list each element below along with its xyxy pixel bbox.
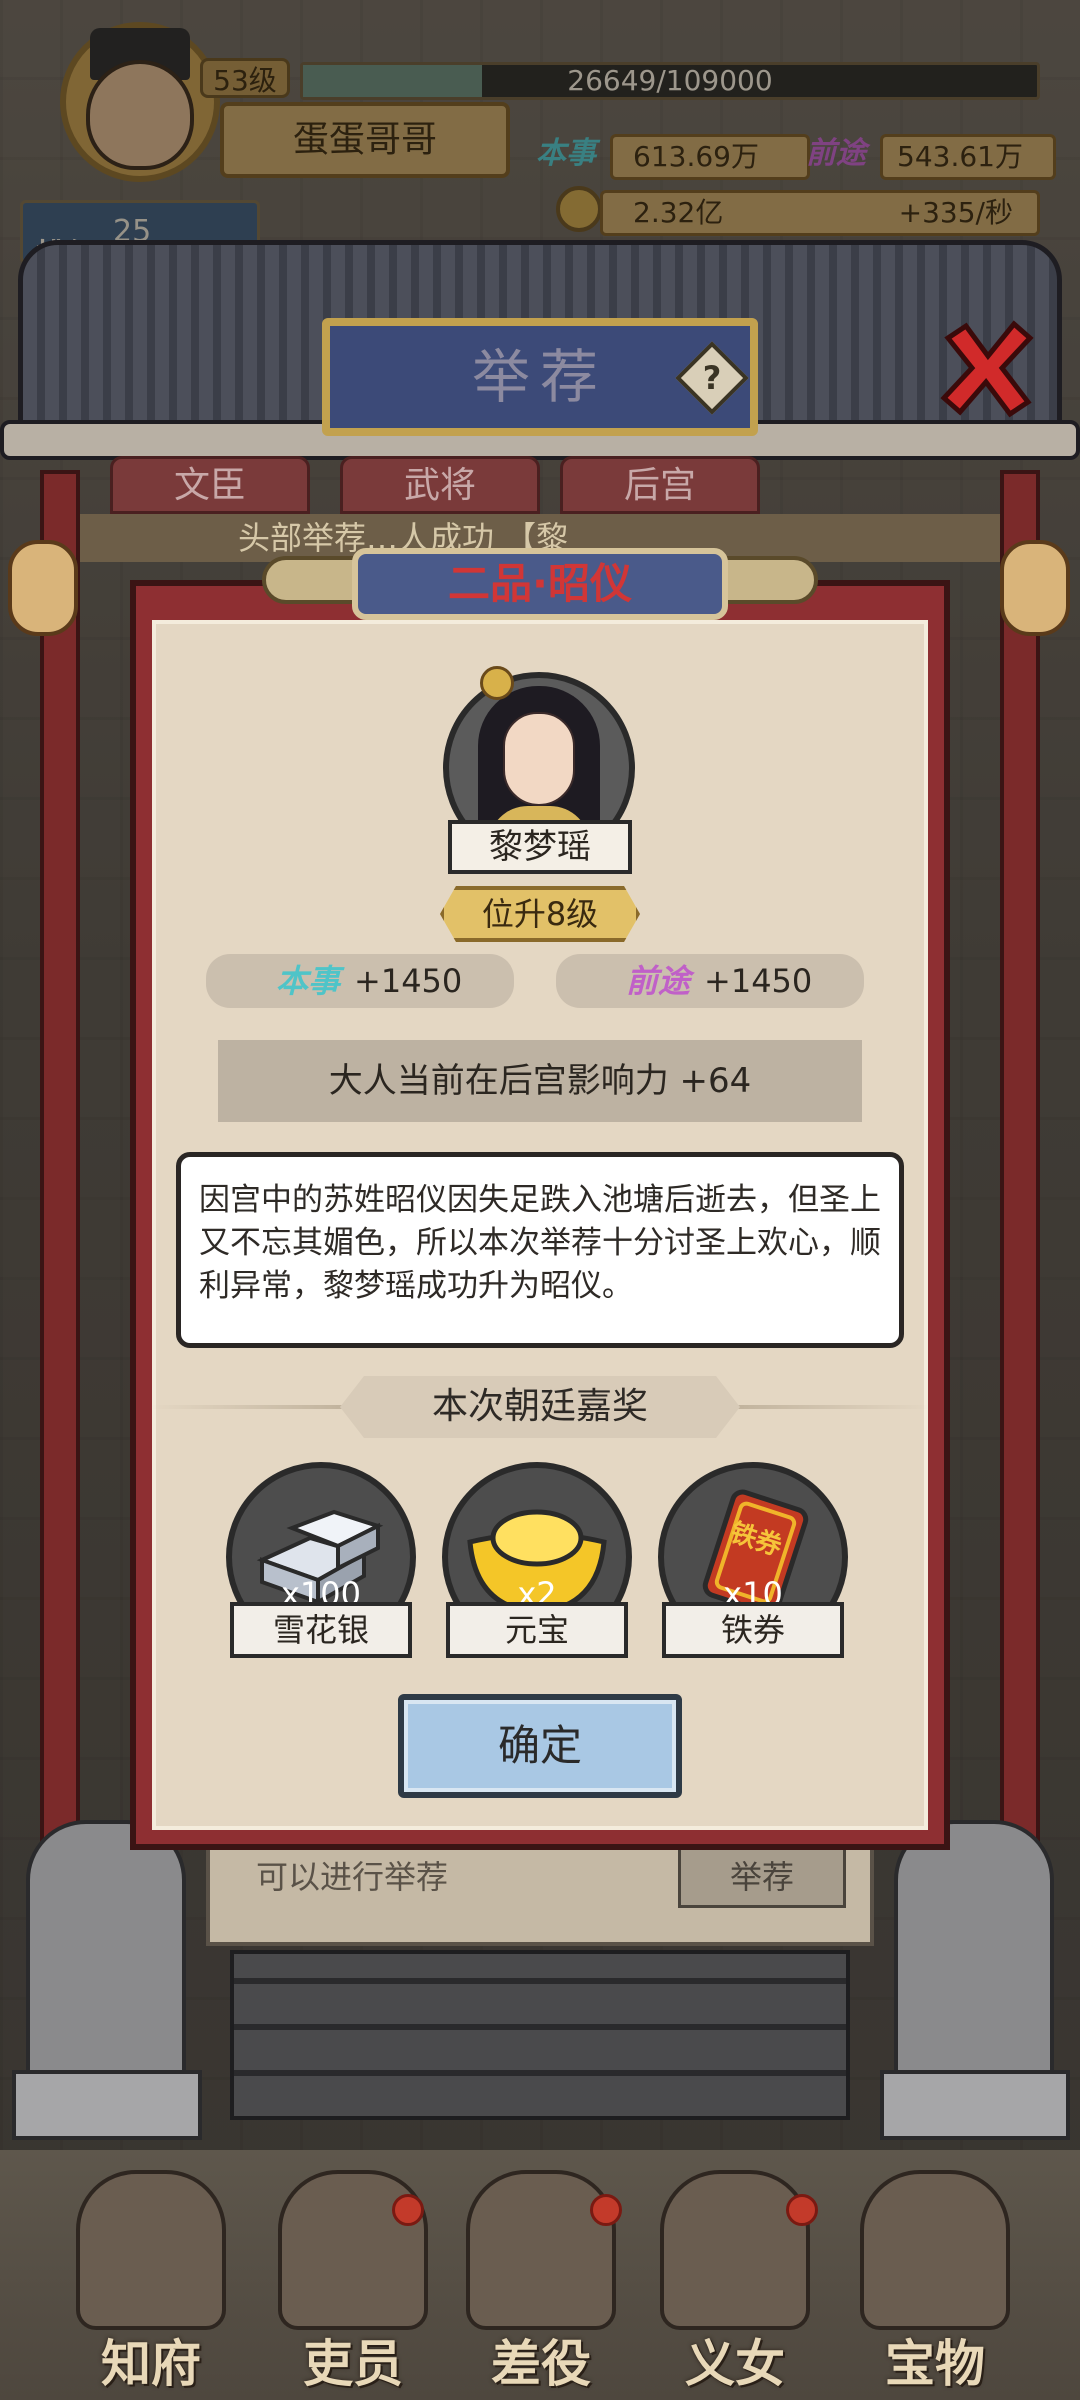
nav-zhifu[interactable]: 知府	[66, 2324, 236, 2396]
nav-liyuan[interactable]: 吏员	[268, 2324, 438, 2396]
divider-left	[150, 1405, 350, 1409]
stairs	[230, 1950, 850, 2120]
character-face	[503, 712, 575, 806]
close-icon[interactable]	[936, 318, 1036, 418]
character-name: 黎梦瑶	[448, 820, 632, 874]
nav-notification-dot	[590, 2194, 622, 2226]
promotion-badge: 位升8级	[440, 886, 640, 942]
divider-right	[730, 1405, 930, 1409]
tab-wenchen[interactable]: 文臣	[110, 456, 310, 514]
story-text: 因宫中的苏姓昭仪因失足跌入池塘后逝去，但圣上又不忘其媚色，所以本次举荐十分讨圣上…	[176, 1152, 904, 1348]
tab-hougong[interactable]: 后宫	[560, 456, 760, 514]
help-question-mark: ?	[702, 359, 722, 397]
nav-icon-zhifu[interactable]	[76, 2170, 226, 2330]
recommend-panel-text: 可以进行举荐	[256, 1858, 449, 1896]
confirm-button[interactable]: 确定	[398, 1694, 682, 1798]
skill-gain: 本事 +1450	[206, 954, 514, 1008]
right-lantern	[1000, 540, 1070, 636]
career-gain-label: 前途	[626, 962, 691, 1000]
left-lantern	[8, 540, 78, 636]
nav-icon-yinv[interactable]	[660, 2170, 810, 2330]
rank-title: 二品·昭仪	[448, 559, 632, 608]
nav-notification-dot	[786, 2194, 818, 2226]
reward-silver-name: 雪花银	[230, 1602, 412, 1658]
career-gain: 前途 +1450	[556, 954, 864, 1008]
nav-icon-baowu[interactable]	[860, 2170, 1010, 2330]
left-lion-statue	[26, 1820, 186, 2080]
reward-token-name: 铁券	[662, 1602, 844, 1658]
right-lion-statue	[894, 1820, 1054, 2080]
nav-chaiyi[interactable]: 差役	[456, 2324, 626, 2396]
tab-wujiang[interactable]: 武将	[340, 456, 540, 514]
right-lion-base	[880, 2070, 1070, 2140]
reward-gold-name: 元宝	[446, 1602, 628, 1658]
hairpin-icon	[480, 666, 514, 700]
skill-gain-label: 本事	[276, 962, 341, 1000]
career-gain-value: +1450	[704, 962, 813, 1000]
left-pillar	[40, 470, 80, 1910]
nav-notification-dot	[392, 2194, 424, 2226]
nav-baowu[interactable]: 宝物	[850, 2324, 1020, 2396]
nav-yinv[interactable]: 义女	[650, 2324, 820, 2396]
left-lion-base	[12, 2070, 202, 2140]
reward-title: 本次朝廷嘉奖	[340, 1376, 740, 1438]
right-pillar	[1000, 470, 1040, 1910]
influence-text: 大人当前在后宫影响力 +64	[218, 1040, 862, 1122]
recommend-panel-button[interactable]: 举荐	[678, 1846, 846, 1908]
nav-icon-chaiyi[interactable]	[466, 2170, 616, 2330]
skill-gain-value: +1450	[354, 962, 463, 1000]
